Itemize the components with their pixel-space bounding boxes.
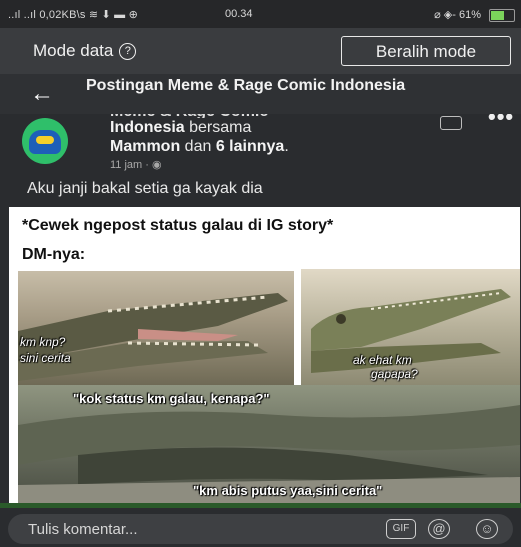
data-mode-label-wrap: Mode data? (33, 41, 137, 61)
status-time: 00.34 (225, 8, 253, 20)
meme-caption-2: sini cerita (20, 351, 71, 365)
data-mode-label: Mode data (33, 41, 114, 60)
mention-icon[interactable]: @ (428, 519, 450, 539)
status-bar: ..ıl ..ıl 0,02KB\s ≋ ⬇ ▬ ⊕ 00.34 ⌀ ◈- 61… (0, 0, 521, 28)
back-arrow-icon[interactable]: ← (30, 80, 54, 108)
page-name[interactable]: Indonesia (110, 119, 185, 136)
meme-caption-1: km knp? (20, 335, 66, 349)
page-title: Postingan Meme & Rage Comic Indonesia (86, 77, 406, 94)
crocodile-photo-2: ak ehat km gapapa? (301, 269, 520, 385)
post-divider (0, 503, 521, 508)
switch-mode-button[interactable]: Beralih mode (341, 36, 511, 66)
battery-level (491, 11, 504, 20)
status-battery-text: ⌀ ◈- 61% (434, 9, 481, 21)
data-mode-bar: Mode data? Beralih mode (0, 28, 521, 74)
post-caption: Aku janji bakal setia ga kayak dia (27, 180, 263, 197)
battery-icon (489, 9, 515, 22)
and-text: dan (180, 138, 216, 155)
page-header: ← Postingan Meme & Rage Comic Indonesia (0, 74, 521, 114)
crocodile-photo-3: "kok status km galau, kenapa?" "km abis … (18, 385, 520, 503)
with-text: bersama (184, 119, 252, 136)
tagged-others[interactable]: 6 lainnya (216, 138, 284, 155)
meme-image[interactable]: *Cewek ngepost status galau di IG story*… (9, 207, 520, 503)
crocodile-1-illustration (18, 293, 288, 381)
tagged-user[interactable]: Mammon (110, 138, 180, 155)
meme-caption-5: "kok status km galau, kenapa?" (73, 391, 270, 406)
crocodile-photo-1: km knp? sini cerita (18, 271, 294, 385)
meme-title: *Cewek ngepost status galau di IG story* (22, 217, 334, 234)
comment-bar: Tulis komentar... GIF @ ☺ (0, 510, 521, 547)
period: . (284, 138, 289, 155)
help-icon[interactable]: ? (119, 43, 137, 60)
meme-caption-6: "km abis putus yaa,sini cerita" (193, 483, 383, 498)
emoji-icon[interactable]: ☺ (476, 519, 498, 539)
status-signal-text: ..ıl ..ıl 0,02KB\s ≋ ⬇ ▬ ⊕ (8, 9, 139, 21)
meme-subtitle: DM-nya: (22, 246, 86, 263)
like-icon[interactable] (440, 116, 462, 130)
post-time: 11 jam · ◉ (110, 159, 162, 171)
comment-input[interactable]: Tulis komentar... GIF @ ☺ (8, 514, 513, 544)
gif-icon[interactable]: GIF (386, 519, 416, 539)
meme-caption-3: ak ehat km (353, 353, 412, 367)
page-avatar[interactable] (22, 118, 68, 164)
avatar-logo-shape (29, 130, 61, 154)
comment-placeholder: Tulis komentar... (28, 521, 138, 538)
post-author-line: Meme & Rage Comic Indonesia bersama Mamm… (110, 108, 420, 156)
meme-caption-4: gapapa? (371, 367, 418, 381)
